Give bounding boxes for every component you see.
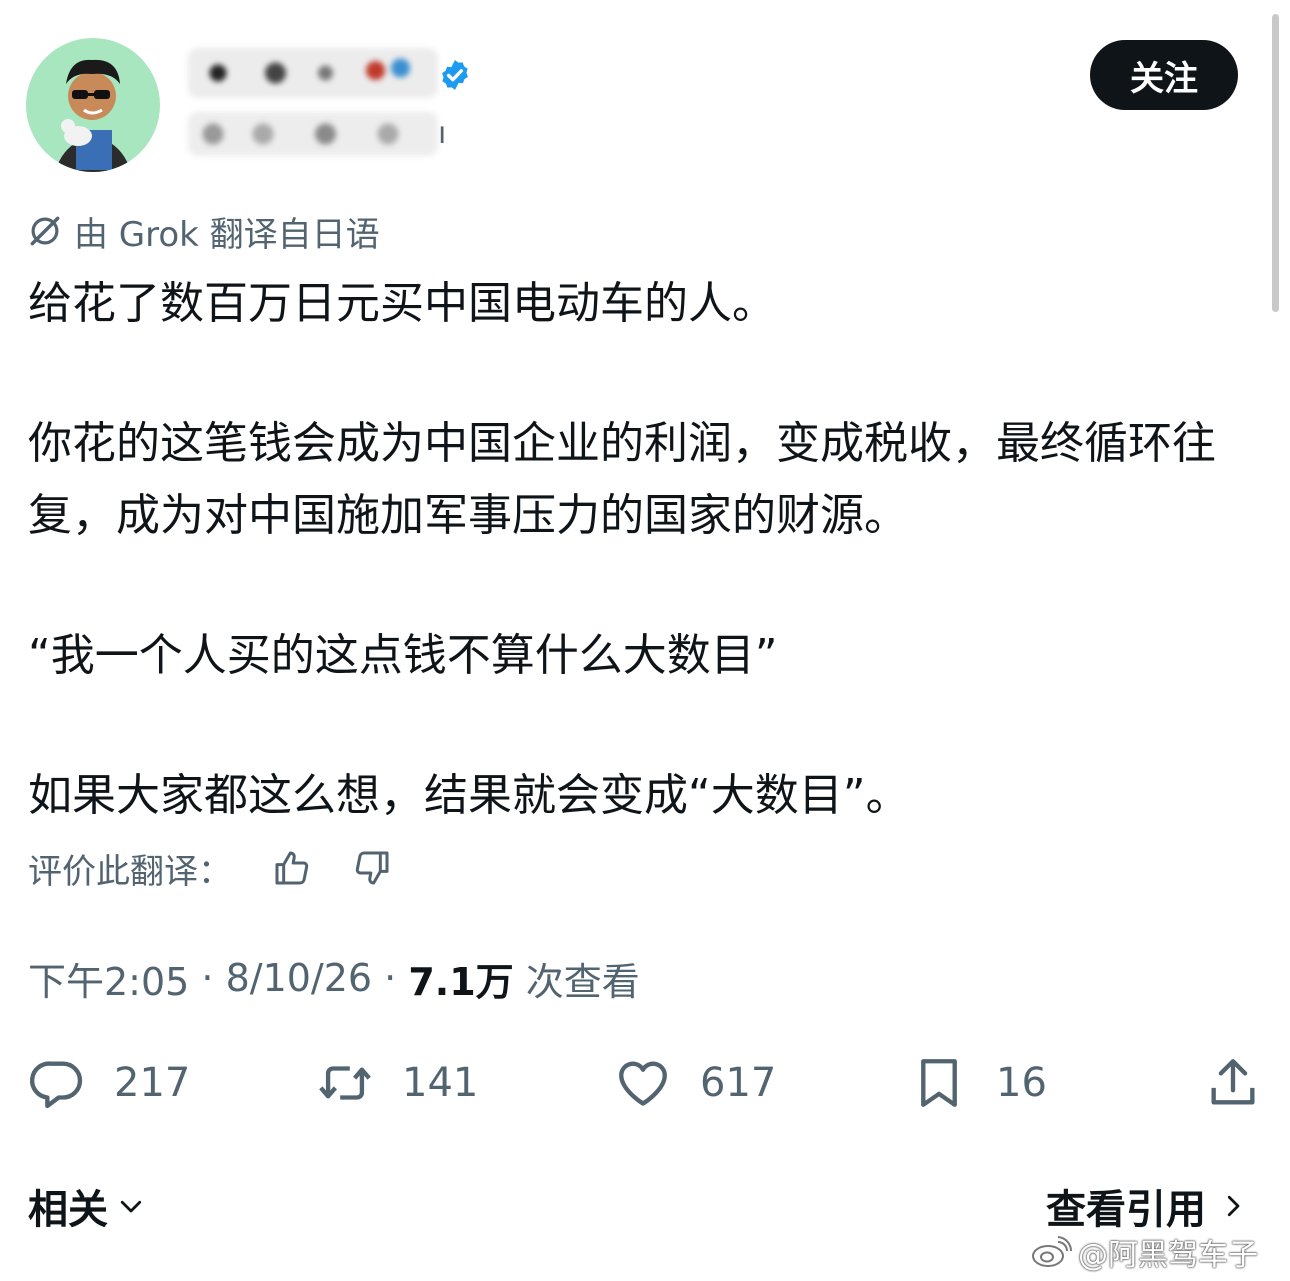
translation-source: 由 Grok 翻译自日语	[26, 208, 380, 255]
like-count: 617	[700, 1060, 777, 1106]
tweet-paragraph: 你花的这笔钱会成为中国企业的利润，变成税收，最终循环往复，成为对中国施加军事压力…	[28, 418, 1216, 541]
post-time[interactable]: 下午2:05	[28, 951, 189, 1006]
repost-count: 141	[402, 1060, 479, 1106]
view-count: 7.1万	[408, 959, 514, 1004]
avatar[interactable]	[26, 38, 160, 172]
heart-icon	[619, 1061, 667, 1106]
weibo-logo-icon	[1032, 1236, 1072, 1267]
follow-button[interactable]: 关注	[1090, 40, 1238, 110]
rate-translation-label: 评价此翻译：	[28, 851, 232, 892]
username-tail: ı	[438, 116, 447, 151]
repost-icon	[319, 1066, 371, 1100]
avatar-cartoon-image	[55, 59, 131, 172]
tweet-paragraph: 如果大家都这么想，结果就会变成“大数目”。	[28, 770, 910, 821]
meta-separator: ·	[372, 956, 409, 1000]
repost-button[interactable]: 141	[316, 1048, 478, 1118]
tweet-paragraph: “我一个人买的这点钱不算什么大数目”	[28, 630, 778, 681]
grok-icon	[30, 216, 60, 246]
bookmark-count: 16	[996, 1060, 1047, 1106]
view-quotes-label: 查看引用	[1046, 1187, 1206, 1233]
meta-separator: ·	[189, 956, 226, 1000]
translation-source-label: 由 Grok 翻译自日语	[74, 214, 380, 255]
weibo-watermark: @阿黑驾车子	[1030, 1232, 1258, 1273]
reply-button[interactable]: 217	[28, 1048, 190, 1118]
post-date[interactable]: 8/10/26	[226, 956, 373, 1000]
tweet-text: 给花了数百万日元买中国电动车的人。 你花的这笔钱会成为中国企业的利润，变成税收，…	[28, 268, 1268, 832]
rate-translation: 评价此翻译：	[28, 842, 392, 894]
thumbs-up-icon[interactable]	[272, 848, 312, 888]
chevron-down-icon	[120, 1200, 142, 1213]
display-name-redacted[interactable]	[188, 48, 438, 98]
view-count-label: 次查看	[513, 959, 640, 1004]
share-icon	[1211, 1059, 1255, 1105]
reply-count: 217	[114, 1060, 191, 1106]
watermark-text: @阿黑驾车子	[1078, 1238, 1258, 1273]
reply-icon	[30, 1061, 83, 1109]
bookmark-icon	[921, 1059, 957, 1107]
username-redacted[interactable]	[188, 112, 438, 156]
tweet-meta: 下午2:05 · 8/10/26 · 7.1万 次查看	[28, 950, 640, 1006]
view-quotes-link[interactable]: 查看引用	[1046, 1178, 1248, 1234]
verified-badge-icon	[442, 60, 468, 90]
share-button[interactable]	[1204, 1048, 1262, 1118]
tweet-paragraph: 给花了数百万日元买中国电动车的人。	[28, 278, 776, 329]
scrollbar[interactable]	[1272, 14, 1279, 312]
thumbs-down-icon[interactable]	[352, 848, 392, 888]
bookmark-button[interactable]: 16	[910, 1048, 1047, 1118]
like-button[interactable]: 617	[614, 1048, 776, 1118]
related-label: 相关	[28, 1187, 108, 1233]
related-toggle[interactable]: 相关	[28, 1178, 146, 1234]
chevron-right-icon	[1227, 1195, 1240, 1217]
